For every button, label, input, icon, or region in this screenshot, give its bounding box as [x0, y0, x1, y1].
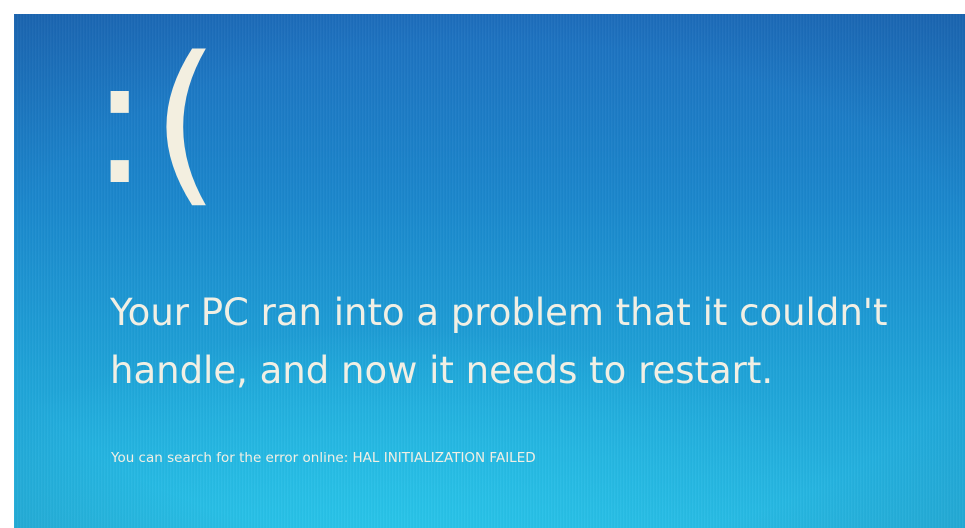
error-code: HAL INITIALIZATION FAILED — [352, 450, 536, 466]
error-message: Your PC ran into a problem that it could… — [110, 291, 888, 392]
error-search-prefix: You can search for the error online: — [111, 450, 353, 466]
blue-screen-of-death: :( Your PC ran into a problem that it co… — [14, 14, 965, 528]
photo-frame: :( Your PC ran into a problem that it co… — [0, 0, 965, 528]
sad-face-emoticon: :( — [90, 19, 222, 224]
error-search-line: You can search for the error online: HAL… — [111, 450, 536, 466]
